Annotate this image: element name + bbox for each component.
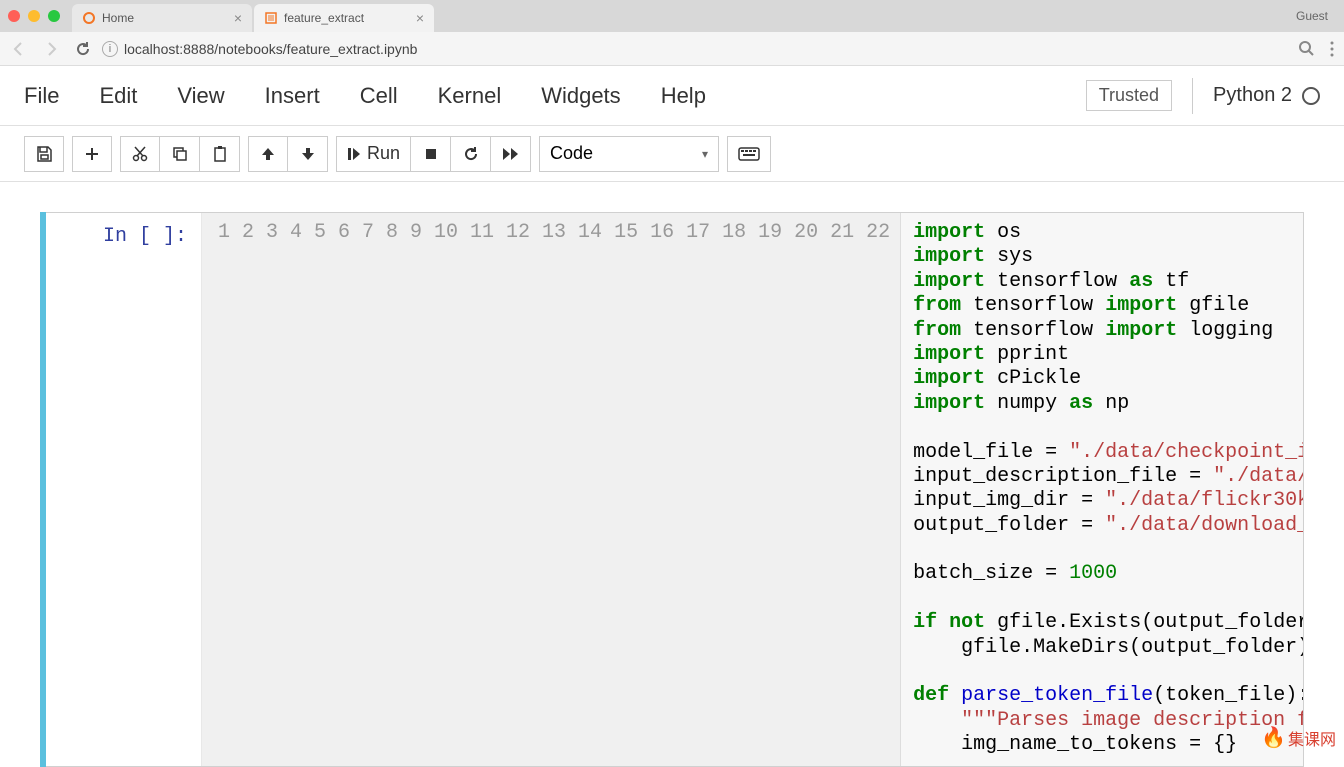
run-group: Run xyxy=(336,136,531,172)
watermark: 🔥 集课网 xyxy=(1261,725,1336,750)
menu-items: File Edit View Insert Cell Kernel Widget… xyxy=(24,83,706,109)
menu-kernel[interactable]: Kernel xyxy=(438,83,502,109)
address-bar-row: i localhost:8888/notebooks/feature_extra… xyxy=(0,32,1344,66)
tab-title: feature_extract xyxy=(284,11,364,25)
code-text[interactable]: import os import sys import tensorflow a… xyxy=(901,213,1303,766)
move-down-button[interactable] xyxy=(288,136,328,172)
tab-title: Home xyxy=(102,11,134,25)
menu-view[interactable]: View xyxy=(177,83,224,109)
flame-icon: 🔥 xyxy=(1261,725,1286,750)
addr-bar-right xyxy=(1298,40,1334,58)
jupyter-toolbar: Run Code ▾ xyxy=(0,126,1344,182)
close-tab-icon[interactable]: × xyxy=(234,10,242,26)
run-button[interactable]: Run xyxy=(336,136,411,172)
notebook-area: In [ ]: 1 2 3 4 5 6 7 8 9 10 11 12 13 14… xyxy=(0,182,1344,767)
cut-button[interactable] xyxy=(120,136,160,172)
interrupt-button[interactable] xyxy=(411,136,451,172)
browser-tabs: Home × feature_extract × xyxy=(72,0,1296,32)
menu-dots-icon[interactable] xyxy=(1330,40,1334,58)
back-icon[interactable] xyxy=(10,40,28,58)
command-palette-button[interactable] xyxy=(727,136,771,172)
notebook-favicon-icon xyxy=(264,11,278,25)
menu-divider xyxy=(1192,78,1193,114)
code-editor[interactable]: 1 2 3 4 5 6 7 8 9 10 11 12 13 14 15 16 1… xyxy=(201,213,1303,766)
run-label: Run xyxy=(367,143,400,164)
cell-type-select[interactable]: Code ▾ xyxy=(539,136,719,172)
guest-profile-label[interactable]: Guest xyxy=(1296,9,1336,23)
url-field[interactable]: i localhost:8888/notebooks/feature_extra… xyxy=(102,41,417,57)
edit-group xyxy=(120,136,240,172)
paste-button xyxy=(200,136,240,172)
nav-buttons xyxy=(10,40,92,58)
window-controls xyxy=(8,10,60,22)
dropdown-caret-icon: ▾ xyxy=(702,147,708,161)
maximize-window-icon[interactable] xyxy=(48,10,60,22)
input-prompt: In [ ]: xyxy=(41,213,201,766)
trusted-badge[interactable]: Trusted xyxy=(1086,80,1172,111)
cell-type-label: Code xyxy=(550,143,593,164)
jupyter-favicon-icon xyxy=(82,11,96,25)
menu-widgets[interactable]: Widgets xyxy=(541,83,620,109)
restart-run-all-button[interactable] xyxy=(491,136,531,172)
menu-insert[interactable]: Insert xyxy=(265,83,320,109)
move-up-button[interactable] xyxy=(248,136,288,172)
save-button[interactable] xyxy=(24,136,64,172)
site-info-icon[interactable]: i xyxy=(102,41,118,57)
reload-icon[interactable] xyxy=(74,40,92,58)
minimize-window-icon[interactable] xyxy=(28,10,40,22)
menu-file[interactable]: File xyxy=(24,83,59,109)
code-cell[interactable]: In [ ]: 1 2 3 4 5 6 7 8 9 10 11 12 13 14… xyxy=(40,212,1304,767)
menu-edit[interactable]: Edit xyxy=(99,83,137,109)
close-window-icon[interactable] xyxy=(8,10,20,22)
copy-button[interactable] xyxy=(160,136,200,172)
line-number-gutter: 1 2 3 4 5 6 7 8 9 10 11 12 13 14 15 16 1… xyxy=(202,213,901,766)
kernel-status-icon xyxy=(1302,87,1320,105)
forward-icon[interactable] xyxy=(42,40,60,58)
browser-tab-home[interactable]: Home × xyxy=(72,4,252,32)
close-tab-icon[interactable]: × xyxy=(416,10,424,26)
kernel-indicator[interactable]: Python 2 xyxy=(1213,84,1320,107)
restart-button[interactable] xyxy=(451,136,491,172)
move-group xyxy=(248,136,328,172)
add-cell-button[interactable] xyxy=(72,136,112,172)
jupyter-menu-bar: File Edit View Insert Cell Kernel Widget… xyxy=(0,66,1344,126)
jupyter-container: File Edit View Insert Cell Kernel Widget… xyxy=(0,66,1344,767)
menu-help[interactable]: Help xyxy=(661,83,706,109)
watermark-text: 集课网 xyxy=(1288,726,1336,750)
url-text: localhost:8888/notebooks/feature_extract… xyxy=(124,41,417,57)
browser-tab-strip: Home × feature_extract × Guest xyxy=(0,0,1344,32)
kernel-name: Python 2 xyxy=(1213,84,1292,107)
browser-tab-notebook[interactable]: feature_extract × xyxy=(254,4,434,32)
menu-cell[interactable]: Cell xyxy=(360,83,398,109)
zoom-icon[interactable] xyxy=(1298,40,1316,58)
